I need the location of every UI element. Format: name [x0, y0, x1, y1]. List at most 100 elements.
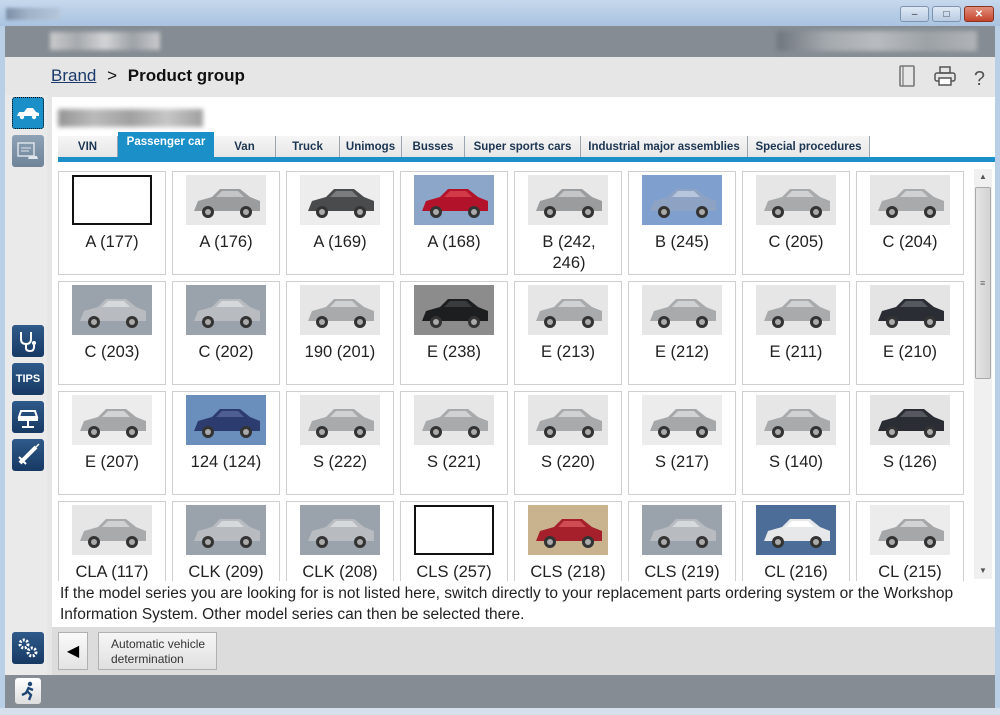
- model-card[interactable]: C (204): [856, 171, 964, 275]
- car-thumbnail: [300, 505, 380, 555]
- model-card[interactable]: A (168): [400, 171, 508, 275]
- model-card[interactable]: CL (216): [742, 501, 850, 581]
- car-thumbnail: [642, 175, 722, 225]
- sidebar-item-vehicle-selection[interactable]: [12, 97, 44, 129]
- model-card[interactable]: C (205): [742, 171, 850, 275]
- tab-passenger-car[interactable]: Passenger car: [118, 132, 214, 157]
- help-icon[interactable]: ?: [974, 68, 985, 91]
- tab-unimogs[interactable]: Unimogs: [340, 136, 402, 157]
- car-thumbnail: [642, 285, 722, 335]
- app-title-redacted: [6, 8, 60, 20]
- model-label: A (169): [313, 233, 367, 251]
- car-thumbnail: [870, 395, 950, 445]
- vertical-scrollbar[interactable]: ▲ ≡ ▼: [974, 169, 992, 579]
- model-label: E (210): [882, 343, 938, 361]
- model-card[interactable]: CLS (219): [628, 501, 736, 581]
- model-card[interactable]: CLK (209): [172, 501, 280, 581]
- tab-truck[interactable]: Truck: [276, 136, 340, 157]
- redacted-brand-logo: [777, 31, 977, 51]
- model-card[interactable]: E (207): [58, 391, 166, 495]
- model-label: CLS (219): [644, 563, 720, 581]
- sidebar-item-tools[interactable]: [12, 439, 44, 471]
- car-thumbnail: [300, 175, 380, 225]
- scroll-down-arrow[interactable]: ▼: [974, 563, 992, 579]
- book-icon[interactable]: [898, 65, 916, 93]
- tab-industrial-major-assemblies[interactable]: Industrial major assemblies: [581, 136, 748, 157]
- model-card[interactable]: S (222): [286, 391, 394, 495]
- sidebar-item-settings[interactable]: [12, 632, 44, 664]
- title-bar: – □ ✕: [0, 0, 1000, 26]
- left-sidebar: TIPS: [5, 95, 47, 677]
- model-card[interactable]: CL (215): [856, 501, 964, 581]
- model-card[interactable]: A (177): [58, 171, 166, 275]
- model-card[interactable]: A (169): [286, 171, 394, 275]
- tab-underline: [58, 157, 995, 162]
- model-card[interactable]: CLS (218): [514, 501, 622, 581]
- close-button[interactable]: ✕: [964, 6, 994, 22]
- sidebar-item-vehicle-lift[interactable]: [12, 401, 44, 433]
- model-label: C (203): [84, 343, 140, 361]
- model-card[interactable]: S (140): [742, 391, 850, 495]
- tab-van[interactable]: Van: [214, 136, 276, 157]
- model-card[interactable]: S (221): [400, 391, 508, 495]
- model-card[interactable]: A (176): [172, 171, 280, 275]
- model-label: S (221): [426, 453, 482, 471]
- model-label: E (212): [654, 343, 710, 361]
- sidebar-item-diagnosis[interactable]: [12, 325, 44, 357]
- breadcrumb-brand-link[interactable]: Brand: [51, 66, 96, 85]
- sidebar-item-tips[interactable]: TIPS: [12, 363, 44, 395]
- car-thumbnail: [528, 395, 608, 445]
- model-card[interactable]: CLS (257): [400, 501, 508, 581]
- model-card[interactable]: B (242, 246): [514, 171, 622, 275]
- model-card[interactable]: 124 (124): [172, 391, 280, 495]
- model-card[interactable]: E (238): [400, 281, 508, 385]
- model-card[interactable]: E (210): [856, 281, 964, 385]
- scroll-up-arrow[interactable]: ▲: [974, 169, 992, 185]
- automatic-vehicle-determination-button[interactable]: Automatic vehicle determination: [98, 632, 217, 670]
- printer-icon[interactable]: [934, 66, 956, 92]
- model-label: CLS (257): [416, 563, 492, 581]
- model-card[interactable]: E (212): [628, 281, 736, 385]
- tips-icon: TIPS: [15, 373, 41, 385]
- model-card[interactable]: B (245): [628, 171, 736, 275]
- car-icon: [17, 108, 39, 120]
- tab-busses[interactable]: Busses: [402, 136, 465, 157]
- car-thumbnail: [414, 175, 494, 225]
- model-label: CLS (218): [530, 563, 606, 581]
- model-card[interactable]: CLK (208): [286, 501, 394, 581]
- bottom-bar: ◀ Automatic vehicle determination: [52, 627, 995, 675]
- syringe-icon: [18, 443, 40, 465]
- scrollbar-thumb[interactable]: ≡: [975, 187, 991, 379]
- model-card[interactable]: E (213): [514, 281, 622, 385]
- tab-special-procedures[interactable]: Special procedures: [748, 136, 870, 157]
- running-man-icon: [21, 681, 34, 701]
- maximize-button[interactable]: □: [932, 6, 961, 22]
- back-button[interactable]: ◀: [58, 632, 88, 670]
- car-thumbnail: [300, 285, 380, 335]
- car-thumbnail: [528, 505, 608, 555]
- model-card[interactable]: C (203): [58, 281, 166, 385]
- tab-vin[interactable]: VIN: [58, 136, 118, 157]
- header-band: [5, 26, 995, 57]
- model-card[interactable]: S (126): [856, 391, 964, 495]
- model-label: CLK (209): [188, 563, 264, 581]
- model-card[interactable]: C (202): [172, 281, 280, 385]
- placeholder-image: [414, 505, 494, 555]
- model-label: 124 (124): [190, 453, 262, 471]
- model-card[interactable]: S (217): [628, 391, 736, 495]
- car-thumbnail: [72, 395, 152, 445]
- model-label: C (204): [882, 233, 938, 251]
- minimize-button[interactable]: –: [900, 6, 929, 22]
- footer-band: [5, 675, 995, 708]
- exit-button[interactable]: [15, 678, 41, 704]
- model-card[interactable]: CLA (117): [58, 501, 166, 581]
- car-thumbnail: [186, 175, 266, 225]
- model-card[interactable]: E (211): [742, 281, 850, 385]
- placeholder-image: [72, 175, 152, 225]
- model-card[interactable]: 190 (201): [286, 281, 394, 385]
- car-thumbnail: [414, 285, 494, 335]
- sidebar-item-vehicle-data[interactable]: [12, 135, 44, 167]
- tab-super-sports-cars[interactable]: Super sports cars: [465, 136, 581, 157]
- car-thumbnail: [300, 395, 380, 445]
- model-card[interactable]: S (220): [514, 391, 622, 495]
